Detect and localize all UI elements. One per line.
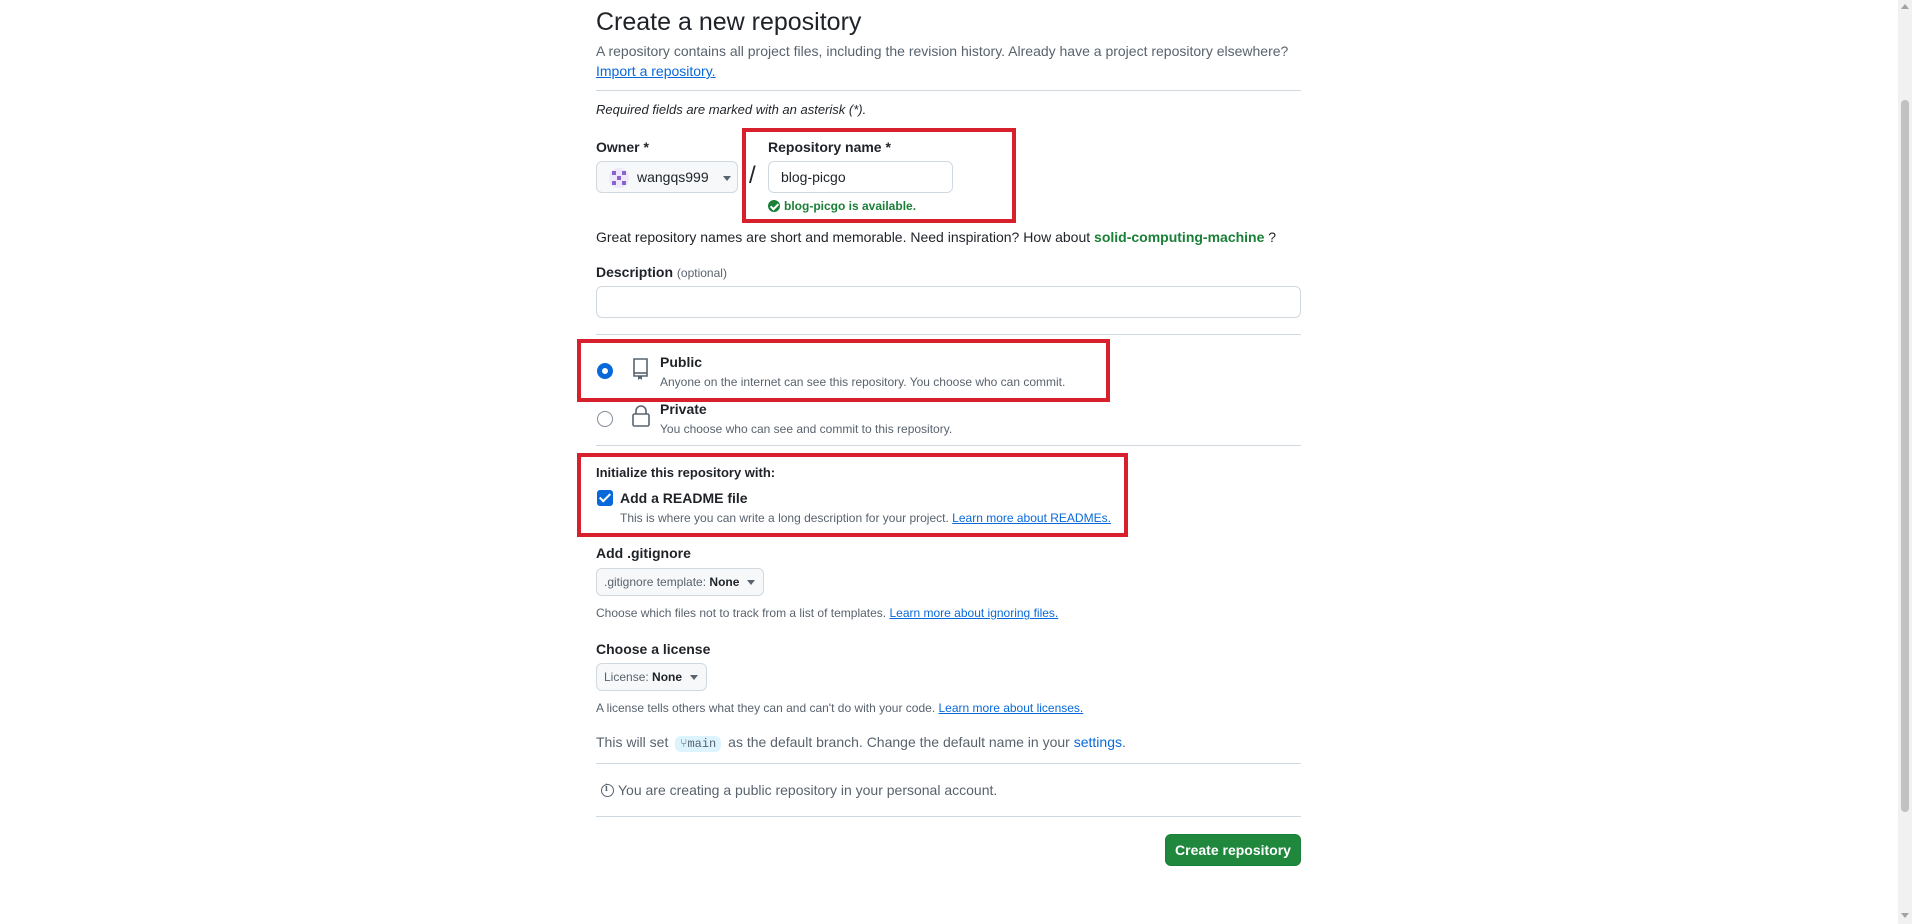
public-option-desc: Anyone on the internet can see this repo… — [660, 375, 1066, 389]
divider — [596, 445, 1301, 446]
divider — [596, 763, 1301, 764]
check-circle-icon — [768, 200, 780, 212]
branch-prefix: This will set — [596, 734, 669, 750]
branch-suffix: . — [1121, 734, 1126, 750]
description-input[interactable] — [596, 286, 1301, 318]
divider — [596, 334, 1301, 335]
hint-text: Great repository names are short and mem… — [596, 229, 1091, 245]
create-repository-button[interactable]: Create repository — [1165, 834, 1301, 866]
description-label: Description (optional) — [596, 264, 727, 280]
owner-dropdown[interactable]: wangqs999 — [596, 161, 738, 193]
readme-desc: This is where you can write a long descr… — [620, 511, 1111, 525]
repo-availability-status: blog-picgo is available. — [768, 199, 916, 213]
page-subtitle: A repository contains all project files,… — [596, 43, 1289, 59]
settings-link[interactable]: settings — [1074, 734, 1122, 750]
public-radio[interactable] — [597, 363, 613, 379]
branch-middle: as the default branch. Change the defaul… — [728, 734, 1070, 750]
gitignore-heading: Add .gitignore — [596, 545, 691, 561]
repo-icon — [631, 357, 651, 386]
public-option-title: Public — [660, 354, 703, 370]
suggested-name[interactable]: solid-computing-machine — [1094, 229, 1264, 245]
scroll-up-icon[interactable] — [1901, 4, 1909, 9]
import-repository-link[interactable]: Import a repository. — [596, 63, 716, 79]
learn-licenses-link[interactable]: Learn more about licenses. — [939, 701, 1084, 715]
gitignore-desc-text: Choose which files not to track from a l… — [596, 606, 887, 620]
owner-name: wangqs999 — [637, 169, 709, 185]
visibility-info: You are creating a public repository in … — [601, 782, 997, 798]
readme-checkbox[interactable] — [597, 490, 613, 506]
page-scrollbar[interactable] — [1898, 0, 1912, 924]
repo-name-input[interactable]: blog-picgo — [768, 161, 953, 193]
chevron-down-icon — [690, 675, 699, 680]
owner-avatar — [609, 168, 629, 188]
description-label-text: Description — [596, 264, 674, 280]
branch-name: main — [687, 737, 717, 751]
private-option-desc: You choose who can see and commit to thi… — [660, 422, 953, 436]
readme-label[interactable]: Add a README file — [620, 490, 748, 506]
owner-repo-separator: / — [749, 162, 756, 189]
gitignore-desc: Choose which files not to track from a l… — [596, 606, 1058, 620]
chevron-down-icon — [723, 176, 731, 181]
license-dropdown[interactable]: License: None — [596, 663, 708, 691]
gitignore-prefix: .gitignore template: — [604, 575, 707, 589]
private-radio[interactable] — [597, 411, 613, 427]
optional-tag: (optional) — [676, 266, 727, 280]
chevron-down-icon — [747, 580, 756, 585]
readme-desc-text: This is where you can write a long descr… — [620, 511, 949, 525]
license-prefix: License: — [604, 670, 649, 684]
required-fields-note: Required fields are marked with an aster… — [596, 102, 867, 117]
owner-label: Owner * — [596, 139, 649, 155]
page-title: Create a new repository — [596, 8, 862, 36]
info-icon — [601, 783, 614, 797]
availability-text: blog-picgo is available. — [784, 199, 917, 213]
repo-name-label: Repository name * — [768, 139, 891, 155]
repo-name-hint: Great repository names are short and mem… — [596, 229, 1276, 245]
private-option-title: Private — [660, 401, 707, 417]
learn-readmes-link[interactable]: Learn more about READMEs. — [952, 511, 1111, 525]
license-heading: Choose a license — [596, 641, 711, 657]
license-value: None — [652, 670, 683, 684]
scroll-down-icon[interactable] — [1901, 913, 1909, 918]
init-heading: Initialize this repository with: — [596, 465, 776, 480]
gitignore-dropdown[interactable]: .gitignore template: None — [596, 568, 765, 596]
default-branch-note: This will set ⑂main as the default branc… — [596, 734, 1126, 752]
hint-suffix: ? — [1268, 229, 1277, 245]
divider — [596, 90, 1301, 91]
branch-chip: ⑂main — [675, 736, 722, 752]
gitignore-value: None — [709, 575, 740, 589]
divider — [596, 816, 1301, 817]
highlight-public-option — [577, 339, 1110, 402]
license-desc: A license tells others what they can and… — [596, 701, 1083, 715]
license-desc-text: A license tells others what they can and… — [596, 701, 936, 715]
learn-ignoring-files-link[interactable]: Learn more about ignoring files. — [889, 606, 1058, 620]
info-text: You are creating a public repository in … — [618, 782, 998, 798]
scrollbar-thumb[interactable] — [1901, 100, 1909, 812]
lock-icon — [631, 404, 651, 433]
